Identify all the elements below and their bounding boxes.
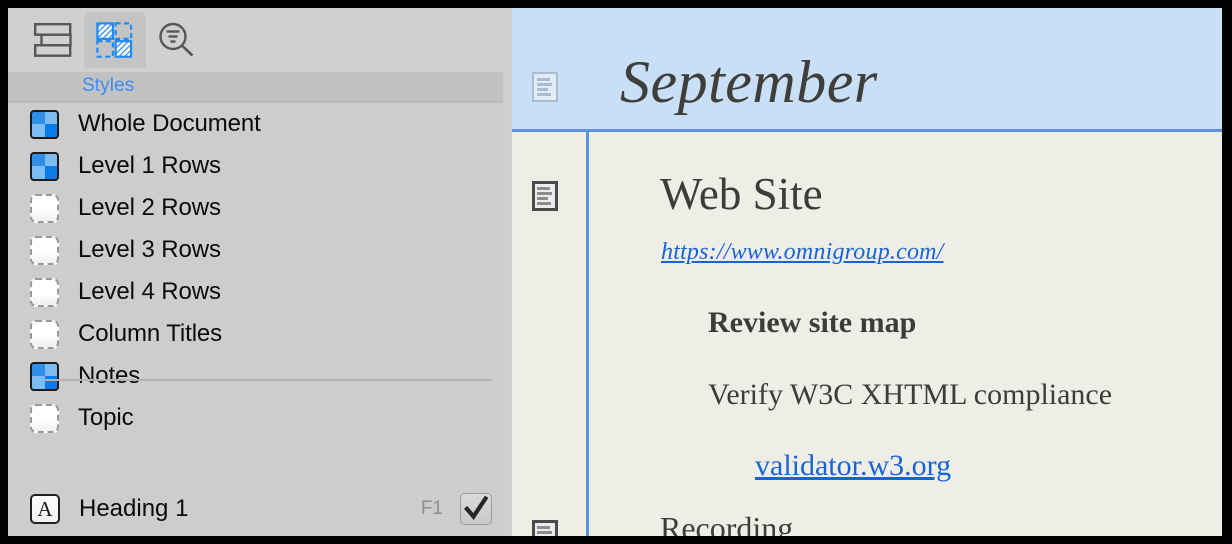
outline-subheading[interactable]: Review site map	[708, 306, 916, 340]
list-item[interactable]: Notes	[8, 355, 512, 397]
list-item[interactable]: Level 4 Rows	[8, 271, 512, 313]
style-swatch-icon[interactable]	[30, 361, 59, 391]
list-item-label: Level 4 Rows	[78, 278, 221, 305]
list-item[interactable]: Whole Document	[8, 103, 512, 145]
document-pane: September Web Site https://www.omnigroup…	[512, 8, 1222, 536]
inspector-sidebar: Styles Whole Document Level 1 Rows Level…	[8, 8, 512, 536]
outline-heading[interactable]: Web Site	[660, 168, 823, 220]
tab-search[interactable]	[146, 12, 208, 68]
list-item-label: Level 3 Rows	[78, 236, 221, 263]
note-icon[interactable]	[532, 181, 558, 211]
style-enabled-checkbox[interactable]	[460, 493, 492, 525]
hyperlink-validator[interactable]: validator.w3.org	[755, 449, 951, 483]
list-item-label: Column Titles	[78, 320, 223, 347]
style-swatch-icon[interactable]	[30, 109, 59, 139]
list-item-label: Topic	[78, 404, 134, 431]
inspector-toolbar	[8, 8, 512, 72]
style-swatch-icon[interactable]	[30, 193, 59, 223]
list-item-label: Level 1 Rows	[78, 152, 221, 179]
note-icon[interactable]	[532, 520, 558, 536]
list-item[interactable]: Level 1 Rows	[8, 145, 512, 187]
selection-rule	[512, 129, 1222, 132]
text-style-icon: A	[30, 494, 60, 524]
named-style-label: Heading 1	[79, 495, 189, 522]
named-style-row[interactable]: A Heading 1 F1	[8, 486, 512, 532]
list-item[interactable]: Level 2 Rows	[8, 187, 512, 229]
styles-icon	[96, 22, 133, 58]
list-item[interactable]: Topic	[8, 397, 512, 439]
outline-indent-guide	[586, 132, 589, 536]
style-swatch-icon[interactable]	[30, 319, 59, 349]
list-item-label: Whole Document	[78, 110, 261, 137]
list-item-label: Notes	[78, 362, 141, 389]
outline-row-text[interactable]: Verify W3C XHTML compliance	[708, 378, 1112, 412]
style-swatch-icon[interactable]	[30, 403, 59, 433]
shortcut-label: F1	[420, 498, 443, 519]
tab-outline[interactable]	[22, 12, 84, 68]
hyperlink-omnigroup[interactable]: https://www.omnigroup.com/	[661, 239, 944, 266]
styles-section-title: Styles	[82, 75, 135, 96]
styles-section-header: Styles	[8, 72, 512, 100]
list-item[interactable]: Column Titles	[8, 313, 512, 355]
style-swatch-icon[interactable]	[30, 235, 59, 265]
styles-list: Whole Document Level 1 Rows Level 2 Rows…	[8, 103, 512, 536]
style-swatch-icon[interactable]	[30, 277, 59, 307]
document-title[interactable]: September	[620, 48, 878, 117]
list-divider	[44, 379, 492, 381]
filter-search-icon	[159, 22, 194, 57]
outline-row-text[interactable]: Recording	[660, 510, 793, 536]
tab-styles[interactable]	[84, 12, 146, 68]
window-bezel: Styles Whole Document Level 1 Rows Level…	[0, 0, 1232, 544]
outline-rows-icon	[34, 23, 72, 57]
sidebar-edge	[503, 8, 512, 536]
style-swatch-icon[interactable]	[30, 151, 59, 181]
app-window: Styles Whole Document Level 1 Rows Level…	[8, 8, 1222, 536]
note-icon[interactable]	[532, 72, 558, 102]
list-item[interactable]: Level 3 Rows	[8, 229, 512, 271]
list-item-label: Level 2 Rows	[78, 194, 221, 221]
checkmark-icon	[464, 495, 489, 520]
